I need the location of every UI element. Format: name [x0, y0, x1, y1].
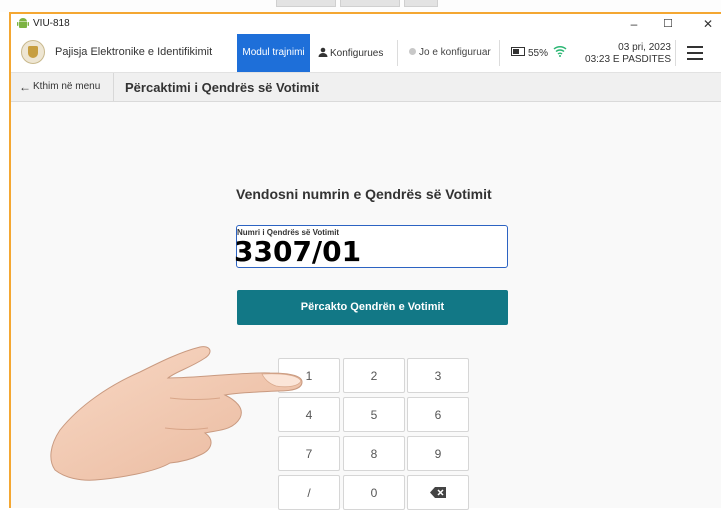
person-icon — [318, 47, 328, 57]
keypad-key-3[interactable]: 3 — [407, 358, 469, 393]
configure-button[interactable]: Konfigurues — [318, 47, 383, 59]
app-window: VIU-818 – ☐ ✕ Pajisja Elektronike e Iden… — [9, 12, 721, 510]
polling-station-input-value: 3307/01 — [234, 235, 362, 268]
date-text: 03 pri, 2023 — [618, 42, 671, 53]
sub-header: ← Kthim në menu Përcaktimi i Qendrës së … — [11, 73, 721, 102]
hamburger-menu-icon[interactable] — [687, 46, 703, 60]
battery-level: 55% — [528, 48, 549, 59]
configure-label: Konfigurues — [330, 48, 384, 59]
keypad-key-6[interactable]: 6 — [407, 397, 469, 432]
keypad-key-slash[interactable]: / — [278, 475, 340, 510]
back-label: Kthim në menu — [33, 81, 101, 92]
set-polling-station-button[interactable]: Përcakto Qendrën e Votimit — [237, 290, 508, 325]
config-status: Jo e konfiguruar — [409, 47, 491, 58]
page-title: Përcaktimi i Qendrës së Votimit — [125, 80, 320, 95]
app-header: Pajisja Elektronike e Identifikimit Modu… — [11, 34, 721, 73]
battery-icon — [511, 47, 525, 56]
keypad-delete-key[interactable] — [407, 475, 469, 510]
minimize-button[interactable]: – — [621, 16, 647, 32]
keypad-key-5[interactable]: 5 — [343, 397, 405, 432]
status-dot-icon — [409, 48, 416, 55]
time-text: 03:23 E PASDITES — [585, 54, 671, 65]
maximize-button[interactable]: ☐ — [655, 16, 681, 32]
background-window-strip — [0, 0, 721, 12]
close-button[interactable]: ✕ — [695, 16, 721, 32]
keypad-key-2[interactable]: 2 — [343, 358, 405, 393]
coat-of-arms-logo — [21, 40, 45, 64]
keypad-key-4[interactable]: 4 — [278, 397, 340, 432]
training-mode-tab[interactable]: Modul trajnimi — [237, 34, 310, 72]
app-title: Pajisja Elektronike e Identifikimit — [55, 46, 213, 58]
separator — [675, 40, 676, 66]
keypad-key-9[interactable]: 9 — [407, 436, 469, 471]
separator — [499, 40, 500, 66]
background-button — [340, 0, 400, 7]
background-button — [276, 0, 336, 7]
title-bar: VIU-818 – ☐ ✕ — [11, 14, 721, 34]
keypad-key-1[interactable]: 1 — [278, 358, 340, 393]
datetime: 03 pri, 2023 03:23 E PASDITES — [571, 42, 671, 66]
backspace-icon — [430, 487, 446, 498]
keypad-key-7[interactable]: 7 — [278, 436, 340, 471]
separator — [397, 40, 398, 66]
keypad-key-0[interactable]: 0 — [343, 475, 405, 510]
keypad-key-8[interactable]: 8 — [343, 436, 405, 471]
arrow-left-icon: ← — [19, 80, 31, 94]
battery-status: 55% — [511, 47, 548, 59]
config-status-label: Jo e konfiguruar — [419, 47, 491, 58]
background-button — [404, 0, 438, 7]
android-icon — [17, 18, 29, 28]
wifi-icon — [553, 45, 567, 57]
back-to-menu-button[interactable]: ← Kthim në menu — [11, 73, 114, 101]
form-heading: Vendosni numrin e Qendrës së Votimit — [236, 186, 492, 202]
window-title: VIU-818 — [33, 18, 70, 29]
